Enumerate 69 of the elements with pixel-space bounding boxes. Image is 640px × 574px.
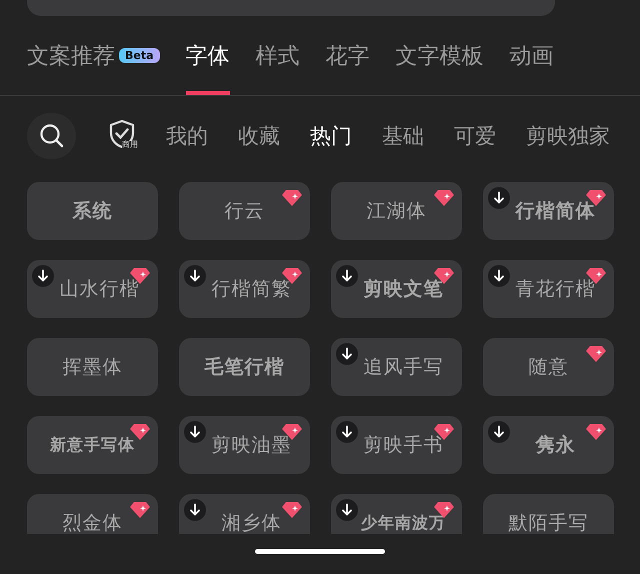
font-name: 随意 bbox=[528, 355, 568, 380]
font-name: 青花行楷 bbox=[516, 277, 596, 302]
tab[interactable]: 动画 bbox=[510, 16, 554, 95]
font-name: 挥墨体 bbox=[62, 355, 122, 380]
category-tab[interactable]: 我的 bbox=[166, 122, 208, 150]
font-tile[interactable]: 剪映油墨 bbox=[179, 416, 310, 474]
category-tab[interactable]: 基础 bbox=[382, 122, 424, 150]
font-tile[interactable]: 隽永 bbox=[483, 416, 614, 474]
font-name: 少年南波万 bbox=[361, 512, 446, 534]
font-tile[interactable]: 毛笔行楷 bbox=[179, 338, 310, 396]
download-icon[interactable] bbox=[336, 421, 358, 443]
category-tab[interactable]: 可爱 bbox=[454, 122, 496, 150]
category-tab[interactable]: 热门 bbox=[310, 122, 352, 150]
font-name: 新意手写体 bbox=[50, 434, 135, 456]
font-name: 追风手写 bbox=[364, 355, 444, 380]
font-tile[interactable]: 烈金体 bbox=[27, 494, 158, 534]
tab[interactable]: 文字模板 bbox=[396, 16, 484, 95]
font-name: 湘乡体 bbox=[222, 511, 282, 534]
font-tile[interactable]: 挥墨体 bbox=[27, 338, 158, 396]
commercial-label: 商用 bbox=[122, 141, 138, 149]
font-name: 山水行楷 bbox=[60, 277, 140, 302]
font-name: 隽永 bbox=[536, 433, 576, 458]
font-name: 默陌手写 bbox=[508, 511, 588, 534]
tab[interactable]: 样式 bbox=[256, 16, 300, 95]
font-name: 行楷简体 bbox=[516, 199, 596, 224]
shield-check-icon bbox=[108, 119, 136, 149]
download-icon[interactable] bbox=[184, 265, 206, 287]
font-tile[interactable]: 默陌手写 bbox=[483, 494, 614, 534]
download-icon[interactable] bbox=[184, 499, 206, 521]
font-name: 剪映油墨 bbox=[212, 433, 292, 458]
font-tile[interactable]: 剪映文笔 bbox=[331, 260, 462, 318]
category-tab[interactable]: 收藏 bbox=[238, 122, 280, 150]
font-name: 剪映文笔 bbox=[364, 277, 444, 302]
font-name: 毛笔行楷 bbox=[204, 355, 284, 380]
download-icon[interactable] bbox=[184, 421, 206, 443]
font-tile[interactable]: 行云 bbox=[179, 182, 310, 240]
font-name: 行楷简繁 bbox=[212, 277, 292, 302]
search-icon bbox=[38, 123, 65, 149]
download-icon[interactable] bbox=[488, 187, 510, 209]
tab[interactable]: 字体 bbox=[186, 16, 230, 95]
tab[interactable]: 花字 bbox=[326, 16, 370, 95]
font-tile[interactable]: 青花行楷 bbox=[483, 260, 614, 318]
tab[interactable]: 文案推荐 Beta bbox=[27, 16, 160, 95]
font-tile[interactable]: 新意手写体 bbox=[27, 416, 158, 474]
font-tile[interactable]: 剪映手书 bbox=[331, 416, 462, 474]
download-icon[interactable] bbox=[336, 265, 358, 287]
font-tile[interactable]: 随意 bbox=[483, 338, 614, 396]
font-tile[interactable]: 少年南波万 bbox=[331, 494, 462, 534]
font-tile[interactable]: 系统 bbox=[27, 182, 158, 240]
category-tab[interactable]: 剪映独家 bbox=[526, 122, 610, 150]
download-icon[interactable] bbox=[32, 265, 54, 287]
font-tile[interactable]: 行楷简体 bbox=[483, 182, 614, 240]
font-name: 行云 bbox=[224, 199, 264, 224]
font-name: 江湖体 bbox=[366, 199, 426, 224]
font-tile[interactable]: 山水行楷 bbox=[27, 260, 158, 318]
font-tile[interactable]: 湘乡体 bbox=[179, 494, 310, 534]
download-icon[interactable] bbox=[336, 343, 358, 365]
font-tile[interactable]: 追风手写 bbox=[331, 338, 462, 396]
font-name: 剪映手书 bbox=[364, 433, 444, 458]
search-button[interactable] bbox=[27, 113, 76, 159]
beta-badge: Beta bbox=[119, 48, 160, 63]
download-icon[interactable] bbox=[488, 421, 510, 443]
font-name: 系统 bbox=[72, 199, 112, 224]
font-name: 烈金体 bbox=[62, 511, 122, 534]
download-icon[interactable] bbox=[488, 265, 510, 287]
font-tile[interactable]: 行楷简繁 bbox=[179, 260, 310, 318]
font-tile[interactable]: 江湖体 bbox=[331, 182, 462, 240]
download-icon[interactable] bbox=[336, 499, 358, 521]
input-field[interactable] bbox=[27, 0, 555, 16]
